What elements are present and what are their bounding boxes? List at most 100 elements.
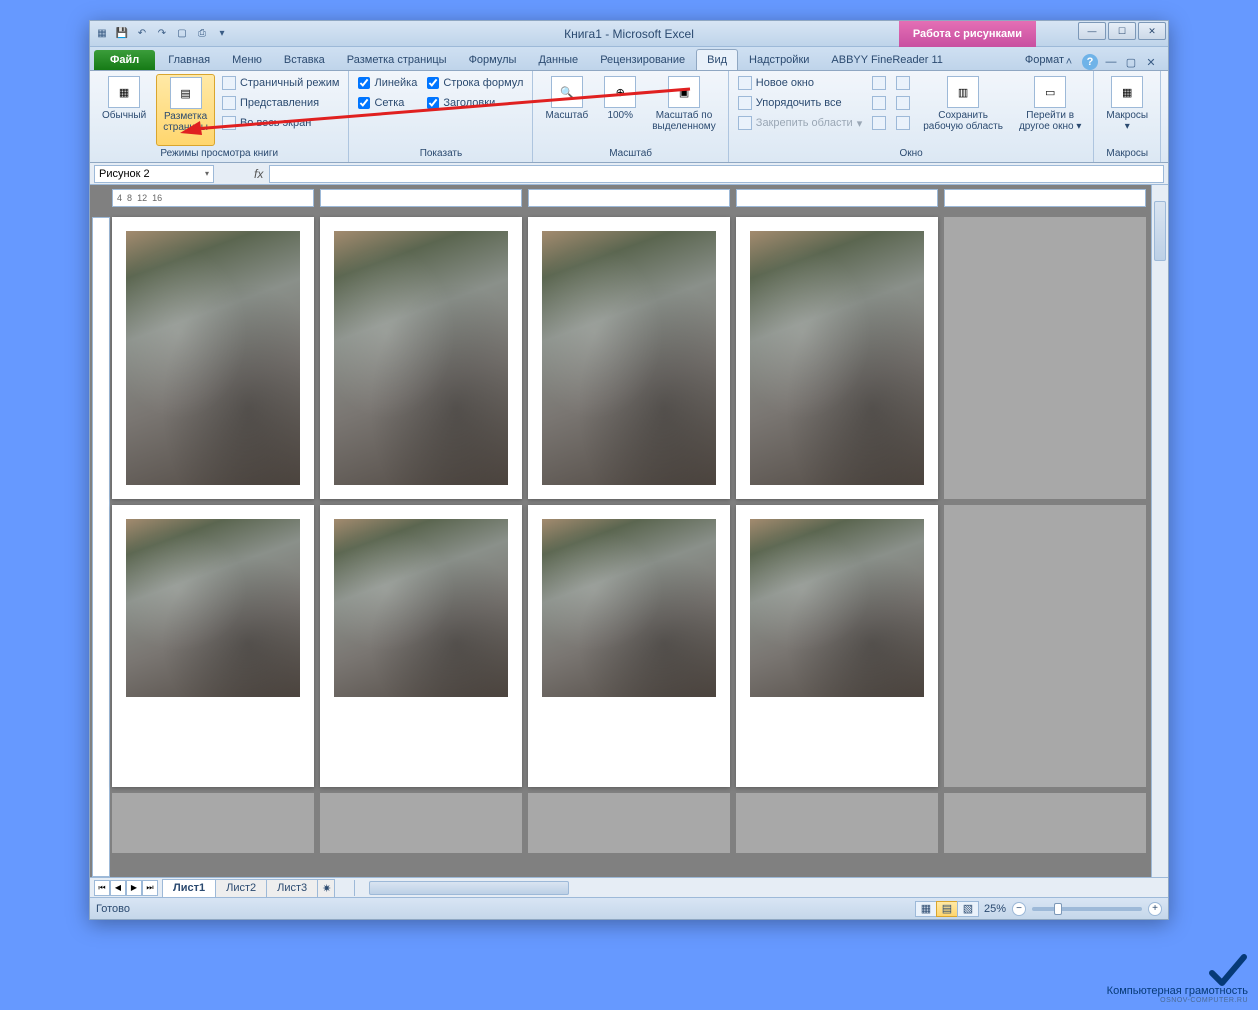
picture-fragment[interactable] [750, 519, 924, 697]
save-workspace-button[interactable]: ▥Сохранить рабочую область [917, 74, 1009, 146]
next-sheet-button[interactable]: ▶ [126, 880, 142, 896]
tab-formulas[interactable]: Формулы [458, 49, 528, 70]
page-3-4[interactable] [736, 793, 938, 853]
zoom-in-button[interactable]: + [1148, 902, 1162, 916]
page-3-5[interactable] [944, 793, 1146, 853]
undo-icon[interactable]: ↶ [134, 26, 150, 42]
namebox-dropdown-icon[interactable]: ▾ [205, 169, 209, 178]
file-tab[interactable]: Файл [94, 50, 155, 70]
side-by-side-button[interactable] [893, 74, 913, 92]
scroll-thumb[interactable] [1154, 201, 1166, 261]
hide-button[interactable] [869, 94, 889, 112]
unhide-button[interactable] [869, 114, 889, 132]
tab-menu[interactable]: Меню [221, 49, 273, 70]
horizontal-scrollbar[interactable] [354, 880, 1168, 896]
print-icon[interactable]: ⎙ [194, 26, 210, 42]
picture-fragment[interactable] [334, 519, 508, 697]
zoom-100-button[interactable]: ⊕100% [598, 74, 642, 146]
tab-addins[interactable]: Надстройки [738, 49, 820, 70]
new-sheet-button[interactable]: ✷ [317, 879, 335, 897]
split-button[interactable] [869, 74, 889, 92]
freeze-panes-button[interactable]: Закрепить области ▾ [735, 114, 865, 132]
page-1-2[interactable] [320, 217, 522, 499]
page-1-5[interactable] [944, 217, 1146, 499]
sheet-tab-3[interactable]: Лист3 [266, 879, 318, 897]
page-3-2[interactable] [320, 793, 522, 853]
picture-fragment[interactable] [750, 231, 924, 485]
save-icon[interactable]: 💾 [114, 26, 130, 42]
picture-fragment[interactable] [126, 231, 300, 485]
tab-review[interactable]: Рецензирование [589, 49, 696, 70]
worksheet-area[interactable]: 4 8 12 16 [90, 185, 1168, 877]
tab-page-layout[interactable]: Разметка страницы [336, 49, 458, 70]
page-break-shortcut[interactable]: ▧ [957, 901, 979, 917]
tab-home[interactable]: Главная [157, 49, 221, 70]
page-3-3[interactable] [528, 793, 730, 853]
vertical-scrollbar[interactable] [1151, 185, 1168, 877]
ribbon-help-area: ˄ ? — ▢ ✕ [1062, 54, 1158, 70]
new-icon[interactable]: ▢ [174, 26, 190, 42]
quick-access-toolbar: ▦ 💾 ↶ ↷ ▢ ⎙ ▾ [90, 26, 230, 42]
custom-views-button[interactable]: Представления [219, 94, 343, 112]
zoom-out-button[interactable]: − [1012, 902, 1026, 916]
sheet-tab-1[interactable]: Лист1 [162, 879, 216, 897]
full-screen-button[interactable]: Во весь экран [219, 114, 343, 132]
minimize-ribbon-icon[interactable]: ˄ [1062, 55, 1076, 69]
maximize-button[interactable]: ☐ [1108, 22, 1136, 40]
formula-input[interactable] [269, 165, 1164, 183]
picture-fragment[interactable] [334, 231, 508, 485]
picture-fragment[interactable] [126, 519, 300, 697]
redo-icon[interactable]: ↷ [154, 26, 170, 42]
tab-data[interactable]: Данные [527, 49, 589, 70]
new-window-button[interactable]: Новое окно [735, 74, 865, 92]
sheet-tab-2[interactable]: Лист2 [215, 879, 267, 897]
qat-dropdown-icon[interactable]: ▾ [214, 26, 230, 42]
page-2-2[interactable] [320, 505, 522, 787]
page-2-3[interactable] [528, 505, 730, 787]
split-icon [872, 76, 886, 90]
headings-checkbox[interactable]: Заголовки [424, 94, 526, 112]
arrange-all-button[interactable]: Упорядочить все [735, 94, 865, 112]
normal-shortcut[interactable]: ▦ [915, 901, 937, 917]
switch-windows-button[interactable]: ▭Перейти в другое окно ▾ [1013, 74, 1087, 146]
page-3-1[interactable] [112, 793, 314, 853]
normal-view-button[interactable]: ▦ Обычный [96, 74, 152, 146]
minimize-button[interactable]: — [1078, 22, 1106, 40]
gridlines-checkbox[interactable]: Сетка [355, 94, 420, 112]
page-2-1[interactable] [112, 505, 314, 787]
page-2-4[interactable] [736, 505, 938, 787]
scroll-thumb[interactable] [369, 881, 569, 895]
last-sheet-button[interactable]: ⏭ [142, 880, 158, 896]
sync-scroll-button[interactable] [893, 94, 913, 112]
zoom-to-selection-button[interactable]: ▣Масштаб по выделенному [646, 74, 722, 146]
page-2-5[interactable] [944, 505, 1146, 787]
page-layout-shortcut[interactable]: ▤ [936, 901, 958, 917]
first-sheet-button[interactable]: ⏮ [94, 880, 110, 896]
name-box[interactable]: Рисунок 2 ▾ [94, 165, 214, 183]
page-break-preview-button[interactable]: Страничный режим [219, 74, 343, 92]
reset-position-button[interactable] [893, 114, 913, 132]
window-restore-icon[interactable]: ▢ [1124, 55, 1138, 69]
tab-finereader[interactable]: ABBYY FineReader 11 [820, 49, 954, 70]
fx-label[interactable]: fx [254, 167, 263, 181]
prev-sheet-button[interactable]: ◀ [110, 880, 126, 896]
zoom-knob[interactable] [1054, 903, 1062, 915]
page-1-1[interactable] [112, 217, 314, 499]
ruler-checkbox[interactable]: Линейка [355, 74, 420, 92]
zoom-level[interactable]: 25% [984, 903, 1006, 915]
page-1-3[interactable] [528, 217, 730, 499]
window-min-icon[interactable]: — [1104, 55, 1118, 69]
page-layout-view-button[interactable]: ▤ Разметка страницы [156, 74, 215, 146]
page-1-4[interactable] [736, 217, 938, 499]
zoom-button[interactable]: 🔍Масштаб [539, 74, 594, 146]
close-button[interactable]: ✕ [1138, 22, 1166, 40]
macros-button[interactable]: ▦Макросы▾ [1100, 74, 1154, 146]
tab-insert[interactable]: Вставка [273, 49, 336, 70]
zoom-slider[interactable] [1032, 907, 1142, 911]
formula-bar-checkbox[interactable]: Строка формул [424, 74, 526, 92]
picture-fragment[interactable] [542, 231, 716, 485]
window-close-icon[interactable]: ✕ [1144, 55, 1158, 69]
tab-view[interactable]: Вид [696, 49, 738, 70]
help-icon[interactable]: ? [1082, 54, 1098, 70]
picture-fragment[interactable] [542, 519, 716, 697]
